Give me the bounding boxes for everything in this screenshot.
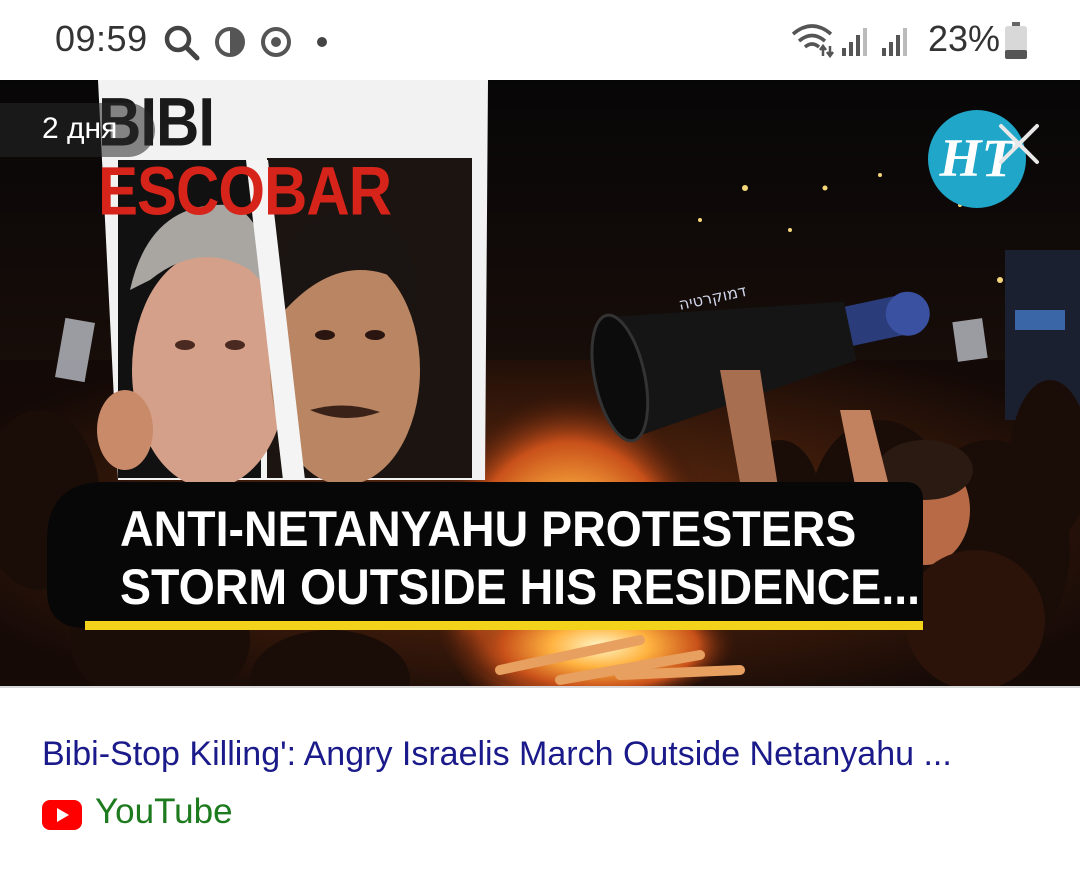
battery-percent: 23% <box>928 18 1001 59</box>
sign-word-escobar: ESCOBAR <box>98 152 392 230</box>
result-title-link[interactable]: Bibi-Stop Killing': Angry Israelis March… <box>42 735 1042 774</box>
close-icon[interactable] <box>995 120 1043 168</box>
youtube-icon <box>42 800 82 830</box>
headline-text: ANTI-NETANYAHU PROTESTERS STORM OUTSIDE … <box>120 500 921 616</box>
source-name: YouTube <box>95 792 233 831</box>
headline-line-2: STORM OUTSIDE HIS RESIDENCE... <box>120 559 921 615</box>
signal-icon <box>842 28 867 56</box>
signal-icon <box>882 28 907 56</box>
search-icon <box>164 25 200 61</box>
dot-icon <box>317 37 327 47</box>
battery-icon <box>1005 22 1027 59</box>
headline-line-1: ANTI-NETANYAHU PROTESTERS <box>120 501 857 557</box>
status-time: 09:59 <box>55 18 148 59</box>
age-text: 2 дня <box>42 112 118 145</box>
sync-icon <box>261 27 291 57</box>
wifi-icon <box>791 24 834 58</box>
data-saver-icon <box>215 27 245 57</box>
sign-title: BIBI ESCOBAR <box>98 82 483 229</box>
status-bar: 09:59 23% <box>0 0 1080 80</box>
